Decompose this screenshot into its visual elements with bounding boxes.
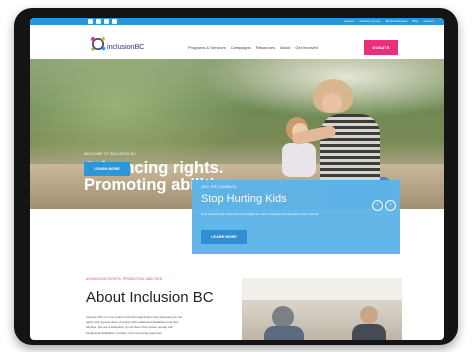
- card-title: Stop Hurting Kids: [201, 193, 287, 205]
- utility-bar: Contact Advisory groups Media Releases B…: [30, 18, 444, 25]
- about-photo: [242, 278, 402, 340]
- utility-link-advisory[interactable]: Advisory groups: [359, 19, 381, 24]
- site-header: inclusionBC Programs & Services Campaign…: [30, 25, 444, 59]
- hero-learn-more-button[interactable]: LEARN MORE: [84, 162, 130, 176]
- nav-campaigns[interactable]: Campaigns: [231, 45, 251, 50]
- hero-kicker: WELCOME TO INCLUSION BC: [84, 152, 137, 156]
- logo-text[interactable]: inclusionBC: [107, 42, 145, 51]
- social-links: [88, 19, 117, 24]
- utility-link-media[interactable]: Media Releases: [386, 19, 408, 24]
- photo-cabinets: [242, 278, 402, 300]
- about-body: Inclusion BC is a non-profit provincial …: [86, 315, 236, 336]
- utility-link-blog[interactable]: Blog: [412, 19, 418, 24]
- donate-button[interactable]: DONATE: [364, 40, 398, 55]
- card-text: New Inclusion BC report shines spotlight…: [201, 212, 319, 216]
- youtube-icon[interactable]: [104, 19, 109, 24]
- browser-screen: Contact Advisory groups Media Releases B…: [30, 18, 444, 340]
- nav-get-involved[interactable]: Get Involved: [295, 45, 317, 50]
- facebook-icon[interactable]: [88, 19, 93, 24]
- about-title: About Inclusion BC: [86, 289, 214, 306]
- inclusion-bc-logo-icon[interactable]: [90, 36, 106, 52]
- nav-programs-services[interactable]: Programs & Services: [188, 45, 226, 50]
- utility-link-careers[interactable]: Careers: [423, 19, 434, 24]
- instagram-icon[interactable]: [112, 19, 117, 24]
- main-nav: Programs & Services Campaigns Resources …: [188, 45, 318, 50]
- card-learn-more-button[interactable]: LEARN MORE: [201, 230, 247, 244]
- utility-links: Contact Advisory groups Media Releases B…: [344, 19, 434, 24]
- photo-person-left: [272, 306, 294, 328]
- hero-photo-mother-face: [322, 93, 342, 113]
- nav-about[interactable]: About: [280, 45, 290, 50]
- photo-person-right-body: [352, 324, 386, 340]
- photo-person-left-body: [264, 326, 304, 340]
- nav-resources[interactable]: Resources: [256, 45, 275, 50]
- card-kicker: JOIN THE CAMPAIGN: [201, 185, 237, 189]
- about-kicker: ADVANCING RIGHTS. PROMOTING ABILITIES.: [86, 277, 164, 281]
- twitter-icon[interactable]: [96, 19, 101, 24]
- next-arrow-icon[interactable]: ›: [385, 200, 396, 211]
- photo-person-right: [360, 306, 378, 324]
- campaign-card: JOIN THE CAMPAIGN Stop Hurting Kids ‹ › …: [192, 180, 400, 254]
- about-body-line: intellectual disabilities, families, and…: [86, 330, 163, 335]
- utility-link-contact[interactable]: Contact: [344, 19, 354, 24]
- prev-arrow-icon[interactable]: ‹: [372, 200, 383, 211]
- hero-photo-child: [282, 143, 316, 177]
